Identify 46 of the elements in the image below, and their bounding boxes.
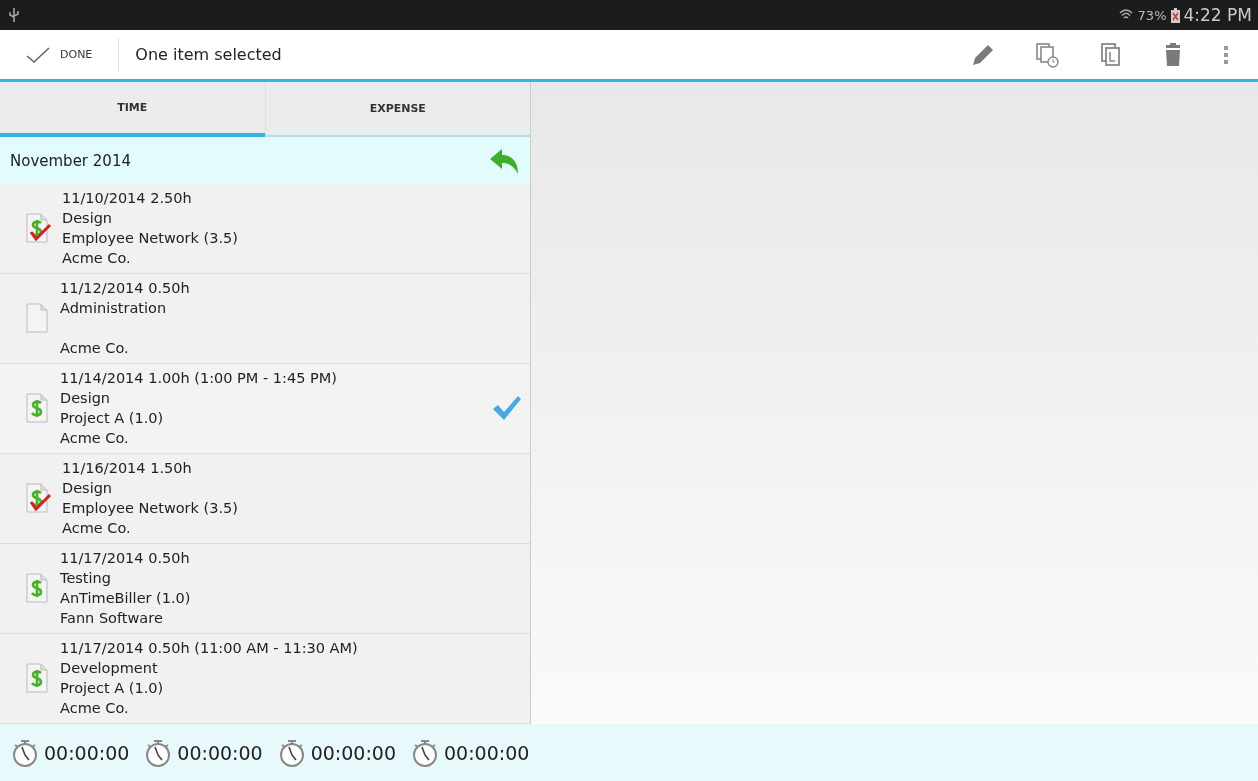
dollar-document-icon [24, 572, 50, 604]
dollar-document-check-icon [24, 482, 52, 514]
entry-line: 11/16/2014 1.50h [62, 459, 193, 478]
document-icon [24, 302, 50, 334]
entry-line: Acme Co. [60, 699, 130, 718]
stopwatch-timer[interactable]: 00:00:00 [143, 737, 263, 768]
entry-line: Development [60, 659, 159, 678]
time-entry[interactable]: 11/10/2014 2.50h Design Employee Network (3.5) Acme Co. [0, 184, 530, 274]
stopwatch-icon [10, 737, 40, 768]
entry-line: 11/12/2014 0.50h [60, 279, 191, 298]
usb-icon [8, 7, 20, 23]
entry-line: Project A (1.0) [60, 409, 165, 428]
entry-line: Design [62, 209, 114, 228]
battery-icon [1170, 7, 1180, 23]
clock-time: 4:22 PM [1183, 5, 1252, 25]
time-entry[interactable]: 11/16/2014 1.50h Design Employee Network (3.5) Acme Co. [0, 454, 530, 544]
entry-line: Acme Co. [62, 519, 132, 538]
entry-line: Acme Co. [62, 249, 132, 268]
entry-line: Testing [60, 569, 112, 588]
entry-line: Administration [60, 299, 168, 318]
dollar-document-check-icon [24, 212, 52, 244]
done-button[interactable]: DONE [26, 37, 120, 72]
entry-line: 11/17/2014 0.50h (11:00 AM - 11:30 AM) [60, 639, 359, 658]
entry-line: Acme Co. [60, 339, 130, 358]
time-entry[interactable]: 11/17/2014 0.50h Testing AnTimeBiller (1.0) Fann Software [0, 544, 530, 634]
entry-line: 11/17/2014 0.50h [60, 549, 191, 568]
entry-line: Employee Network (3.5) [62, 499, 239, 518]
entry-line: Acme Co. [60, 429, 130, 448]
entry-line: 11/14/2014 1.00h (1:00 PM - 1:45 PM) [60, 369, 338, 388]
selection-title: One item selected [134, 45, 283, 64]
stopwatch-timer[interactable]: 00:00:00 [410, 737, 530, 768]
battery-percent: 73% [1137, 7, 1167, 23]
stopwatch-timer[interactable]: 00:00:00 [10, 737, 130, 768]
copy-clock-icon[interactable] [1034, 41, 1060, 68]
entry-line: Employee Network (3.5) [62, 229, 239, 248]
entry-line: Design [60, 389, 112, 408]
dollar-document-icon [24, 392, 50, 424]
check-icon [26, 45, 50, 64]
entry-line: Fann Software [60, 609, 164, 628]
dollar-document-icon [24, 662, 50, 694]
entry-line: AnTimeBiller (1.0) [60, 589, 192, 608]
entry-line: 11/10/2014 2.50h [62, 189, 193, 208]
stopwatch-timer[interactable]: 00:00:00 [276, 737, 397, 768]
entry-line: Project A (1.0) [60, 679, 165, 698]
month-header: November 2014 [10, 151, 131, 170]
entry-line: Design [62, 479, 114, 498]
